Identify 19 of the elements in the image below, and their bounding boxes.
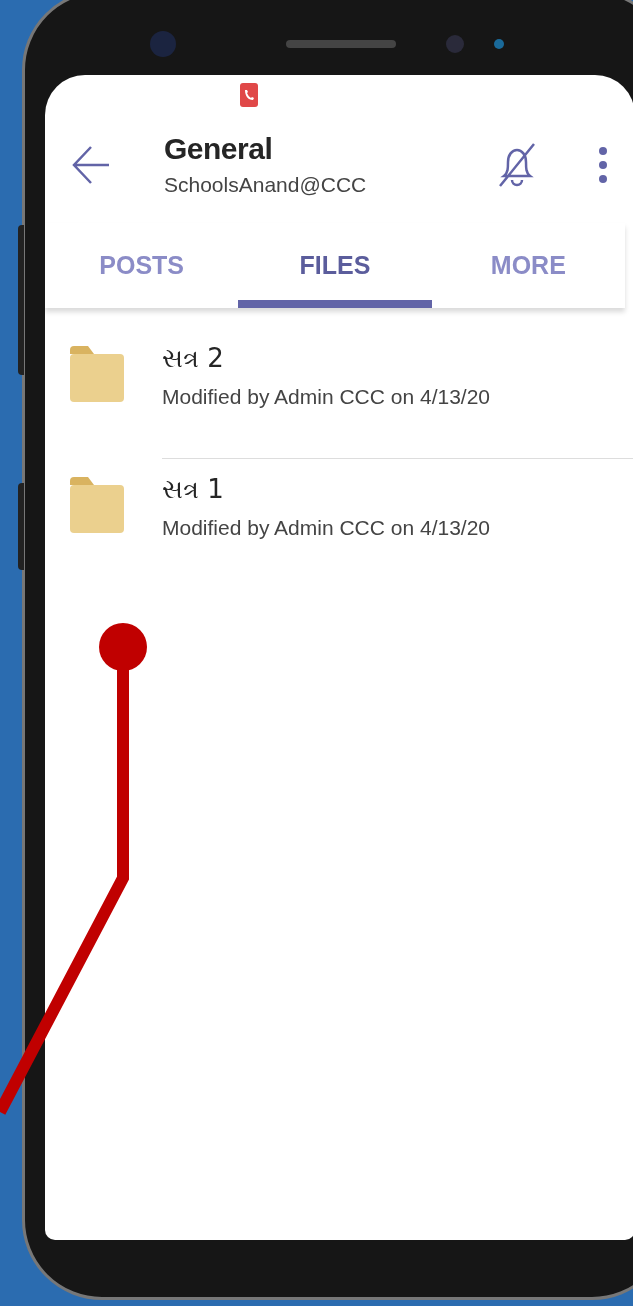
sensor-icon: [446, 35, 464, 53]
folder-name: સત્ર 1: [162, 473, 225, 506]
back-arrow-icon[interactable]: [72, 145, 110, 185]
tab[interactable]: MORE: [431, 223, 625, 308]
team-name: SchoolsAnand@CCC: [164, 172, 368, 198]
sensor-icon: [494, 39, 504, 49]
tab[interactable]: POSTS: [45, 223, 239, 308]
tab[interactable]: FILES: [238, 223, 432, 308]
modified-info: Modified by Admin CCC on 4/13/20: [162, 384, 491, 410]
folder-row[interactable]: સત્ર 1 Modified by Admin CCC on 4/13/20: [45, 459, 633, 590]
camera-icon: [150, 31, 176, 57]
folder-icon: [70, 477, 124, 533]
channel-title: General: [164, 131, 274, 167]
folder-row[interactable]: સત્ર 2 Modified by Admin CCC on 4/13/20: [45, 328, 633, 459]
phone-call-icon: [240, 83, 258, 107]
more-options-icon[interactable]: [598, 145, 608, 185]
modified-info: Modified by Admin CCC on 4/13/20: [162, 515, 491, 541]
folder-icon: [70, 346, 124, 402]
folder-name: સત્ર 2: [162, 342, 225, 375]
